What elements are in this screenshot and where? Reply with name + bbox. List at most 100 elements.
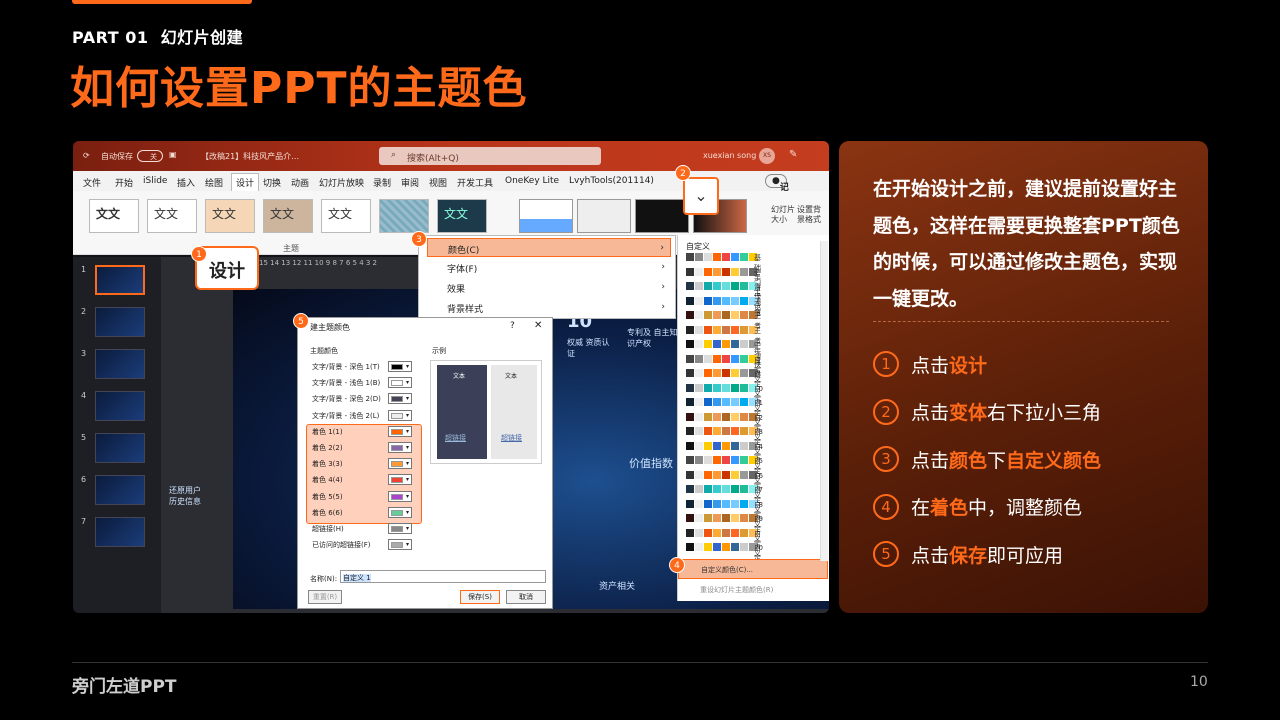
save-icon[interactable]: ▣ bbox=[169, 150, 177, 159]
search-box[interactable]: 搜索(Alt+Q) bbox=[379, 147, 601, 165]
record-button[interactable]: ● 记录 bbox=[765, 174, 789, 206]
theme-thumb[interactable]: 文文 bbox=[205, 199, 255, 233]
menu-view[interactable]: 视图 bbox=[429, 176, 447, 189]
slide-thumb[interactable] bbox=[95, 265, 145, 295]
menu-lvyhtools[interactable]: LvyhTools(201114) bbox=[569, 176, 654, 186]
slide-thumb[interactable] bbox=[95, 307, 145, 337]
color-picker[interactable]: ▾ bbox=[388, 539, 412, 551]
autosave-toggle[interactable]: 关 bbox=[137, 150, 163, 162]
theme-thumb[interactable]: 文文 bbox=[89, 199, 139, 233]
palette-scrollbar[interactable] bbox=[820, 241, 828, 561]
help-icon[interactable]: ? bbox=[510, 321, 515, 331]
menu-islide[interactable]: iSlide bbox=[143, 176, 167, 186]
palette-row[interactable]: 自定义 20 bbox=[686, 514, 763, 552]
color-picker[interactable]: ▾ bbox=[388, 425, 412, 437]
palette-row[interactable]: 自定义 13 bbox=[686, 398, 763, 436]
color-picker[interactable]: ▾ bbox=[388, 506, 412, 518]
page-number: 10 bbox=[1190, 674, 1208, 690]
slide-thumb[interactable] bbox=[95, 475, 145, 505]
menu-record[interactable]: 录制 bbox=[373, 176, 391, 189]
color-swatch bbox=[695, 267, 703, 276]
palette-row[interactable]: 自定义 11 bbox=[686, 369, 763, 407]
color-picker[interactable]: ▾ bbox=[388, 474, 412, 486]
palette-row[interactable]: 自定义 2 bbox=[686, 499, 761, 538]
menu-review[interactable]: 审阅 bbox=[401, 176, 419, 189]
menu-draw[interactable]: 绘图 bbox=[205, 176, 223, 189]
menu-home[interactable]: 开始 bbox=[115, 176, 133, 189]
menu-developer[interactable]: 开发工具 bbox=[457, 176, 493, 189]
menu-transitions[interactable]: 切换 bbox=[263, 176, 281, 189]
palette-row[interactable]: 基础手册 bbox=[686, 253, 761, 292]
save-button[interactable]: 保存(S) bbox=[460, 590, 500, 604]
color-swatch bbox=[695, 543, 703, 551]
variant-thumb[interactable] bbox=[635, 199, 689, 233]
color-picker[interactable]: ▾ bbox=[388, 361, 412, 372]
menu-item-fonts[interactable]: 字体(F) › bbox=[427, 258, 671, 277]
menu-item-colors[interactable]: 颜色(C) › bbox=[427, 238, 671, 257]
name-field[interactable]: 自定义 1 bbox=[340, 570, 546, 583]
palette-row[interactable]: 自定义 19 bbox=[686, 485, 763, 523]
theme-thumb[interactable]: 文文 bbox=[437, 199, 487, 233]
theme-thumb[interactable] bbox=[379, 199, 429, 233]
palette-row[interactable]: 中通快递 bbox=[686, 340, 761, 379]
palette-row[interactable]: 自定义 17 bbox=[686, 456, 763, 494]
variant-thumb[interactable] bbox=[577, 199, 631, 233]
document-name[interactable]: 【改稿21】科技风产品介… bbox=[201, 151, 299, 162]
color-swatch bbox=[740, 267, 748, 276]
slide-thumb[interactable] bbox=[95, 433, 145, 463]
variant-thumb[interactable] bbox=[519, 199, 573, 233]
palette-row[interactable]: 自定义 16 bbox=[686, 441, 763, 480]
palette-row[interactable]: 天合 bbox=[686, 296, 761, 316]
cancel-button[interactable]: 取消 bbox=[506, 590, 546, 604]
color-row-label: 着色 3(3) bbox=[312, 460, 343, 469]
color-swatch bbox=[722, 354, 730, 363]
reset-button[interactable]: 重置(R) bbox=[308, 590, 342, 604]
menu-insert[interactable]: 插入 bbox=[177, 176, 195, 189]
slide-thumb[interactable] bbox=[95, 517, 145, 547]
palette-row[interactable]: 旁门主题色 bbox=[686, 267, 761, 317]
palette-row[interactable]: 自定义 18 bbox=[686, 470, 763, 509]
pen-icon[interactable]: ✎ bbox=[789, 149, 797, 160]
palette-row[interactable]: 青绿色 bbox=[686, 282, 761, 311]
palette-row[interactable]: 自定义 21 bbox=[686, 528, 763, 567]
color-picker[interactable]: ▾ bbox=[388, 409, 412, 421]
color-picker[interactable]: ▾ bbox=[388, 442, 412, 453]
menu-item-bg-style[interactable]: 背景样式 › bbox=[427, 298, 671, 317]
color-picker[interactable]: ▾ bbox=[388, 490, 412, 502]
palette-row[interactable]: 自定义 22 bbox=[686, 543, 763, 581]
color-swatch bbox=[704, 311, 712, 319]
reset-colors-item[interactable]: 重设幻灯片主题颜色(R) bbox=[700, 585, 773, 595]
menu-slideshow[interactable]: 幻灯片放映 bbox=[319, 176, 364, 189]
slide-number: 6 bbox=[81, 475, 87, 484]
slide-thumb[interactable] bbox=[95, 391, 145, 421]
close-icon[interactable]: ✕ bbox=[534, 320, 542, 331]
color-picker[interactable]: ▾ bbox=[388, 377, 412, 389]
menu-design[interactable]: 设计 bbox=[231, 173, 260, 192]
palette-row[interactable]: 自定义 10 bbox=[686, 354, 763, 393]
color-swatch bbox=[686, 470, 694, 479]
palette-row[interactable]: 自定义 15 bbox=[686, 427, 763, 465]
color-row-label: 已访问的超链接(F) bbox=[312, 541, 371, 550]
custom-colors-item[interactable]: 自定义颜色(C)... bbox=[678, 559, 828, 579]
color-picker[interactable]: ▾ bbox=[388, 523, 412, 534]
slide-size-button[interactable]: 幻灯片大小 bbox=[771, 205, 795, 225]
palette-row[interactable]: 王者年套 bbox=[686, 325, 761, 365]
avatar[interactable]: XS bbox=[759, 148, 775, 164]
slide-thumb[interactable] bbox=[95, 349, 145, 379]
menu-animations[interactable]: 动画 bbox=[291, 176, 309, 189]
theme-thumb[interactable]: 文文 bbox=[321, 199, 371, 233]
color-swatch bbox=[704, 369, 712, 377]
palette-row[interactable]: 自定义 12 bbox=[686, 383, 763, 422]
menu-item-effects[interactable]: 效果 › bbox=[427, 278, 671, 297]
menu-onekey[interactable]: OneKey Lite bbox=[505, 176, 559, 186]
menu-file[interactable]: 文件 bbox=[83, 176, 101, 189]
variants-more-button[interactable]: ⌄ bbox=[683, 177, 719, 215]
color-row-label: 着色 5(5) bbox=[312, 492, 343, 501]
theme-thumb[interactable]: 文文 bbox=[147, 199, 197, 233]
palette-row[interactable]: 自定义 14 bbox=[686, 412, 763, 451]
color-picker[interactable]: ▾ bbox=[388, 458, 412, 470]
color-picker[interactable]: ▾ bbox=[388, 393, 412, 405]
theme-thumb[interactable]: 文文 bbox=[263, 199, 313, 233]
format-background-button[interactable]: 设置背景格式 bbox=[797, 205, 825, 225]
palette-row[interactable]: 王者 bbox=[686, 311, 761, 330]
